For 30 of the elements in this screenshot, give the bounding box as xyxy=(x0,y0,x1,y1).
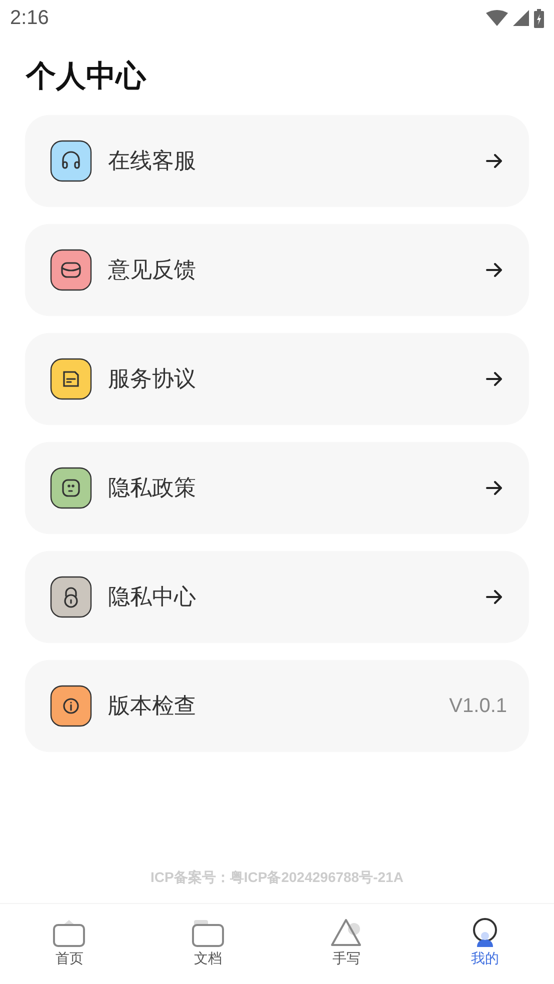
version-text: V1.0.1 xyxy=(449,694,507,718)
nav-tab[interactable]: 我的 xyxy=(450,904,520,984)
arrow-right-icon xyxy=(486,372,503,386)
arrow-right-icon xyxy=(486,481,503,495)
nav-tab[interactable]: 首页 xyxy=(34,904,104,984)
arrow-right-icon xyxy=(486,590,503,604)
menu-item[interactable]: 版本检查 V1.0.1 xyxy=(25,660,529,752)
home-icon xyxy=(52,918,86,948)
menu-label: 服务协议 xyxy=(108,366,197,394)
nav-tab[interactable]: 文档 xyxy=(172,904,243,984)
menu-item[interactable]: 意见反馈 xyxy=(25,224,529,316)
wifi-icon xyxy=(486,10,508,26)
menu-label: 隐私政策 xyxy=(108,475,197,503)
menu-item[interactable]: 隐私政策 xyxy=(25,442,529,534)
nav-tab[interactable]: 手写 xyxy=(311,904,382,984)
page-title: 个人中心 xyxy=(26,58,148,96)
folder-icon xyxy=(190,918,225,948)
arrow-right-icon xyxy=(486,154,503,168)
battery-icon xyxy=(534,8,544,28)
menu-label: 版本检查 xyxy=(108,693,197,721)
menu-item[interactable]: 在线客服 xyxy=(25,115,529,207)
menu-item[interactable]: 隐私中心 xyxy=(25,551,529,643)
menu-label: 在线客服 xyxy=(108,148,197,176)
menu-label: 意见反馈 xyxy=(108,257,197,285)
menu-label: 隐私中心 xyxy=(108,584,197,612)
triangle-icon xyxy=(329,918,364,948)
arrow-right-icon xyxy=(486,263,503,277)
status-time: 2:16 xyxy=(10,6,49,30)
signal-icon xyxy=(513,10,529,26)
menu-item[interactable]: 服务协议 xyxy=(25,333,529,425)
